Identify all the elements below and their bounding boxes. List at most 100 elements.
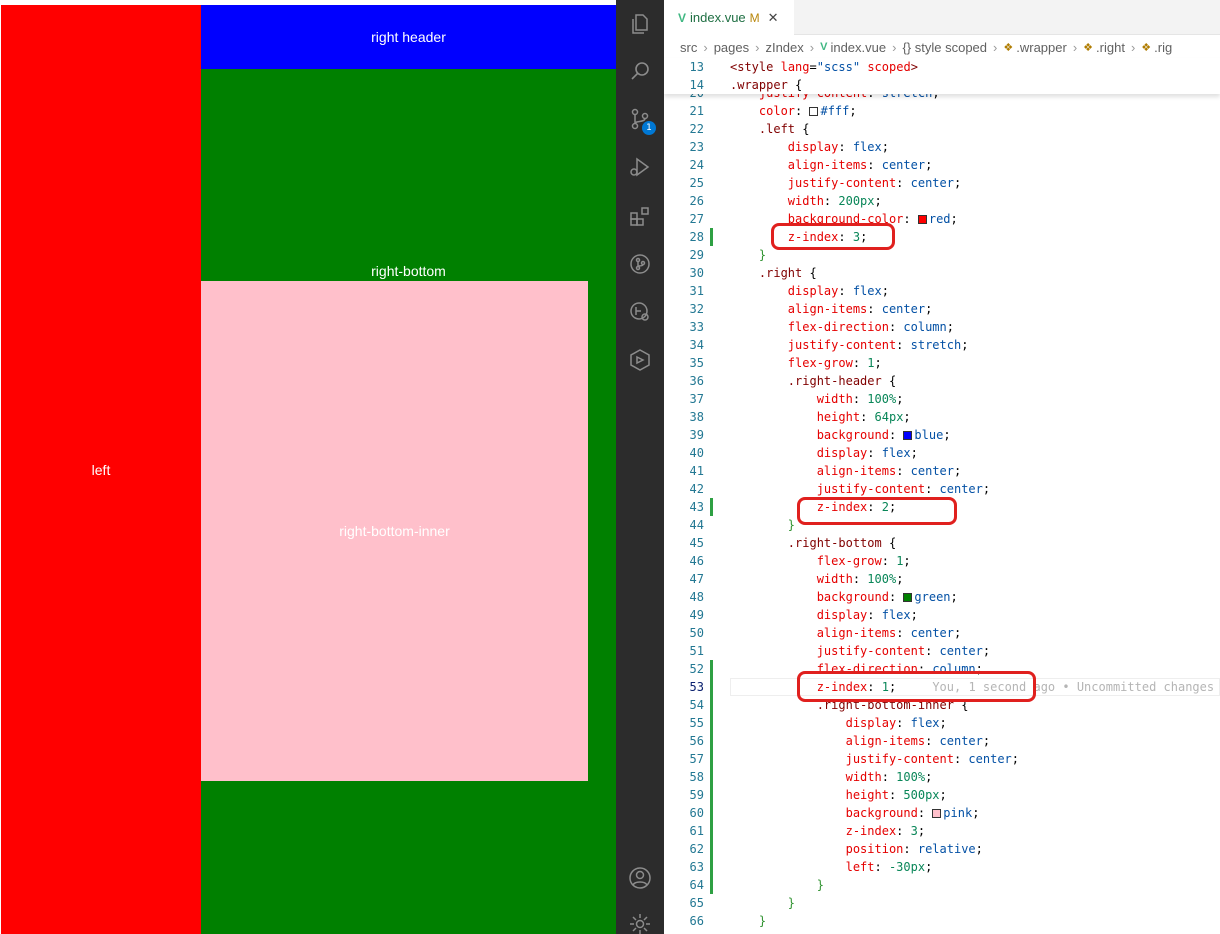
code-line[interactable]: 51 justify-content: center; xyxy=(664,642,1220,660)
code-line[interactable]: 57 justify-content: center; xyxy=(664,750,1220,768)
code-text: width: 100%; xyxy=(816,572,904,586)
code-line[interactable]: 29 } xyxy=(664,246,1220,264)
remote-explorer-icon[interactable] xyxy=(628,300,652,324)
line-number: 50 xyxy=(689,626,704,640)
line-number: 37 xyxy=(689,392,704,406)
code-line[interactable]: 30 .right { xyxy=(664,264,1220,282)
line-number: 58 xyxy=(689,770,704,784)
code-text: align-items: center; xyxy=(816,464,962,478)
code-line[interactable]: 63 left: -30px; xyxy=(664,858,1220,876)
code-line[interactable]: 41 align-items: center; xyxy=(664,462,1220,480)
sticky-code-line[interactable]: 14 .wrapper { xyxy=(664,76,1220,94)
code-line[interactable]: 34 justify-content: stretch; xyxy=(664,336,1220,354)
close-icon[interactable]: ✕ xyxy=(768,10,779,26)
code-text: .right-header { xyxy=(787,374,897,388)
code-line[interactable]: 33 flex-direction: column; xyxy=(664,318,1220,336)
code-line[interactable]: 35 flex-grow: 1; xyxy=(664,354,1220,372)
code-line[interactable]: 26 width: 200px; xyxy=(664,192,1220,210)
line-number: 52 xyxy=(689,662,704,676)
highlight-box-zindex-2 xyxy=(797,497,957,525)
breadcrumb-item[interactable]: .rig xyxy=(1154,40,1172,55)
right-header-label: right header xyxy=(371,29,446,45)
search-icon[interactable] xyxy=(628,59,652,83)
right-bottom-box: right-bottom right-bottom-inner xyxy=(201,69,616,934)
account-icon[interactable] xyxy=(628,866,652,890)
code-text: flex-grow: 1; xyxy=(787,356,882,370)
breadcrumb-item[interactable]: .right xyxy=(1096,40,1125,55)
code-line[interactable]: 49 display: flex; xyxy=(664,606,1220,624)
css-selector-icon: ❖ xyxy=(1003,41,1014,54)
code-line[interactable]: 60 background: pink; xyxy=(664,804,1220,822)
highlight-box-zindex-1 xyxy=(797,671,1036,702)
tab-bar: V index.vue M ✕ xyxy=(664,0,1220,35)
right-header-box: right header xyxy=(201,5,616,69)
extensions-icon[interactable] xyxy=(628,204,652,228)
line-number: 55 xyxy=(689,716,704,730)
line-number: 30 xyxy=(689,266,704,280)
chevron-right-icon: › xyxy=(755,39,760,55)
right-bottom-inner-box: right-bottom-inner xyxy=(201,281,588,781)
code-line[interactable]: 22 .left { xyxy=(664,120,1220,138)
code-line[interactable]: 55 display: flex; xyxy=(664,714,1220,732)
git-graph-icon[interactable] xyxy=(628,252,652,276)
code-line[interactable]: 62 position: relative; xyxy=(664,840,1220,858)
settings-gear-icon[interactable] xyxy=(628,912,652,934)
code-text: .right-bottom { xyxy=(787,536,897,550)
breadcrumb-item[interactable]: {} style scoped xyxy=(902,40,987,55)
code-text: justify-content: center; xyxy=(845,752,1020,766)
code-line[interactable]: 28 z-index: 3; xyxy=(664,228,1220,246)
run-debug-icon[interactable] xyxy=(628,155,652,179)
breadcrumb-item[interactable]: pages xyxy=(714,40,749,55)
code-text: align-items: center; xyxy=(816,626,962,640)
line-number: 45 xyxy=(689,536,704,550)
line-number: 53 xyxy=(689,680,704,694)
code-line[interactable]: 38 height: 64px; xyxy=(664,408,1220,426)
code-line[interactable]: 31 display: flex; xyxy=(664,282,1220,300)
breadcrumb-item[interactable]: zIndex xyxy=(765,40,803,55)
code-line[interactable]: 59 height: 500px; xyxy=(664,786,1220,804)
code-line[interactable]: 48 background: green; xyxy=(664,588,1220,606)
code-line[interactable]: 25 justify-content: center; xyxy=(664,174,1220,192)
code-line[interactable]: 23 display: flex; xyxy=(664,138,1220,156)
breadcrumb-item[interactable]: index.vue xyxy=(830,40,886,55)
code-text: left: -30px; xyxy=(845,860,933,874)
line-number: 24 xyxy=(689,158,704,172)
line-number: 47 xyxy=(689,572,704,586)
line-number: 48 xyxy=(689,590,704,604)
line-number: 26 xyxy=(689,194,704,208)
code-line[interactable]: 64 } xyxy=(664,876,1220,894)
code-line[interactable]: 65 } xyxy=(664,894,1220,912)
code-line[interactable]: 40 display: flex; xyxy=(664,444,1220,462)
code-line[interactable]: 37 width: 100%; xyxy=(664,390,1220,408)
code-line[interactable]: 58 width: 100%; xyxy=(664,768,1220,786)
tab-index-vue[interactable]: V index.vue M ✕ xyxy=(664,0,794,35)
code-line[interactable]: 50 align-items: center; xyxy=(664,624,1220,642)
line-number: 23 xyxy=(689,140,704,154)
code-line[interactable]: 42 justify-content: center; xyxy=(664,480,1220,498)
code-line[interactable]: 36 .right-header { xyxy=(664,372,1220,390)
change-gutter-mark xyxy=(710,660,713,894)
code-line[interactable]: 61 z-index: 3; xyxy=(664,822,1220,840)
code-line[interactable]: 21 color: #fff; xyxy=(664,102,1220,120)
code-line[interactable]: 45 .right-bottom { xyxy=(664,534,1220,552)
breadcrumb-item[interactable]: .wrapper xyxy=(1016,40,1067,55)
code-text: flex-direction: column; xyxy=(787,320,954,334)
code-line[interactable]: 56 align-items: center; xyxy=(664,732,1220,750)
chevron-right-icon: › xyxy=(703,39,708,55)
breadcrumb-item[interactable]: src xyxy=(680,40,697,55)
line-number: 31 xyxy=(689,284,704,298)
code-text: height: 500px; xyxy=(845,788,947,802)
code-line[interactable]: 27 background-color: red; xyxy=(664,210,1220,228)
explorer-icon[interactable] xyxy=(628,12,652,36)
code-line[interactable]: 24 align-items: center; xyxy=(664,156,1220,174)
code-line[interactable]: 47 width: 100%; xyxy=(664,570,1220,588)
code-line[interactable]: 32 align-items: center; xyxy=(664,300,1220,318)
code-line[interactable]: 66 } xyxy=(664,912,1220,930)
code-line[interactable]: 39 background: blue; xyxy=(664,426,1220,444)
codegeex-icon[interactable] xyxy=(628,348,652,372)
code-area[interactable]: 13 <style lang="scss" scoped> 14 .wrapper {… xyxy=(664,58,1220,934)
sticky-code-line[interactable]: 13 <style lang="scss" scoped> xyxy=(664,58,1220,76)
code-text: z-index: 3; xyxy=(845,824,926,838)
line-number: 35 xyxy=(689,356,704,370)
code-line[interactable]: 46 flex-grow: 1; xyxy=(664,552,1220,570)
